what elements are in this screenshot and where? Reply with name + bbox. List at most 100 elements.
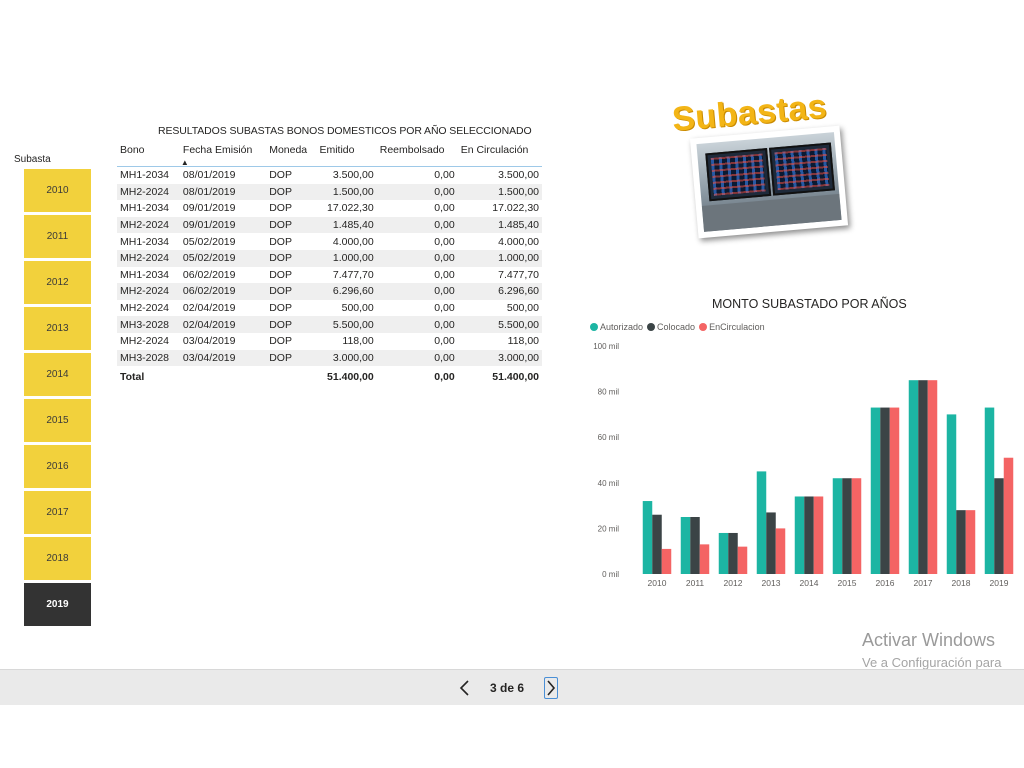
x-tick-label: 2010 [648, 578, 667, 588]
legend-label: Colocado [657, 322, 696, 332]
bar-autorizado-2018[interactable] [946, 414, 957, 574]
slicer-year-2015[interactable]: 2015 [24, 399, 91, 442]
table-row[interactable]: MH2-2024 09/01/2019 DOP 1.485,40 0,00 1.485,4… [117, 216, 542, 234]
bar-encirculacion-2016[interactable] [889, 407, 900, 574]
previous-page-button[interactable] [456, 678, 474, 698]
x-tick-label: 2012 [724, 578, 743, 588]
slicer-year-2012[interactable]: 2012 [24, 261, 91, 304]
bar-encirculacion-2010[interactable] [661, 548, 672, 574]
legend-dot-icon [590, 323, 598, 331]
table-cell: DOP [266, 216, 317, 234]
bar-encirculacion-2013[interactable] [775, 528, 786, 574]
slicer-year-2016[interactable]: 2016 [24, 445, 91, 488]
bar-colocado-2010[interactable] [652, 514, 662, 574]
table-cell: 0,00 [376, 249, 458, 267]
y-tick-label: 0 mil [602, 570, 619, 579]
page-indicator: 3 de 6 [490, 681, 525, 695]
slicer-title: Subasta [14, 154, 51, 165]
bar-autorizado-2011[interactable] [680, 517, 691, 574]
table-cell: 17.022,30 [492, 202, 539, 215]
table-cell: 6.296,60 [316, 283, 377, 300]
bar-encirculacion-2014[interactable] [813, 496, 824, 574]
table-cell: 1.500,00 [316, 183, 377, 201]
table-row[interactable]: MH2-2024 05/02/2019 DOP 1.000,00 0,00 1.000,0… [117, 249, 542, 267]
column-header-fecha-emisi-n[interactable]: Fecha Emisión ▲ [179, 141, 267, 167]
bar-colocado-2014[interactable] [804, 496, 814, 574]
table-cell: 0,00 [376, 316, 458, 333]
bar-encirculacion-2012[interactable] [737, 546, 748, 574]
bar-chart: 0 mil 20 mil 40 mil 60 mil 80 mil 100 mil 2010… [593, 342, 1014, 588]
table-cell: 0,00 [434, 202, 455, 215]
bar-encirculacion-2011[interactable] [699, 544, 710, 574]
table-cell: DOP [269, 268, 292, 281]
legend-item-autorizado[interactable]: Autorizado [590, 322, 643, 332]
table-cell: MH3-2028 [117, 349, 180, 367]
table-cell: 500,00 [341, 302, 374, 315]
bar-colocado-2013[interactable] [766, 512, 776, 574]
table-row[interactable]: MH1-2034 09/01/2019 DOP 17.022,30 0,00 17.022… [117, 200, 542, 217]
table-cell: 0,00 [434, 169, 455, 182]
table-row[interactable]: MH3-2028 02/04/2019 DOP 5.500,00 0,00 5.500,0… [117, 316, 542, 333]
slicer-year-2011[interactable]: 2011 [24, 215, 91, 258]
column-header-en-circulaci-n[interactable]: En Circulación [457, 141, 542, 167]
table-cell: DOP [269, 302, 292, 315]
table-row[interactable]: MH2-2024 02/04/2019 DOP 500,00 0,00 500,00 [117, 300, 542, 317]
bar-autorizado-2016[interactable] [870, 407, 881, 574]
column-header-reembolsado[interactable]: Reembolsado [376, 141, 458, 167]
bar-autorizado-2015[interactable] [832, 478, 843, 574]
bar-autorizado-2012[interactable] [718, 532, 729, 574]
table-cell: 7.477,70 [498, 268, 539, 281]
column-header-bono[interactable]: Bono [117, 141, 180, 167]
page-navigation-bar: 3 de 6 [0, 669, 1024, 705]
bar-colocado-2017[interactable] [918, 380, 928, 574]
bar-encirculacion-2019[interactable] [1003, 457, 1014, 574]
bar-autorizado-2010[interactable] [642, 501, 653, 574]
bar-colocado-2015[interactable] [842, 478, 852, 574]
table-row[interactable]: MH2-2024 08/01/2019 DOP 1.500,00 0,00 1.500,0… [117, 183, 542, 201]
bar-colocado-2016[interactable] [880, 407, 890, 574]
table-row[interactable]: MH2-2024 03/04/2019 DOP 118,00 0,00 118,00 [117, 333, 542, 350]
slicer-year-2018[interactable]: 2018 [24, 537, 91, 580]
bar-colocado-2018[interactable] [956, 510, 966, 574]
bar-colocado-2012[interactable] [728, 532, 738, 574]
table-row[interactable]: MH1-2034 06/02/2019 DOP 7.477,70 0,00 7.477,7… [117, 267, 542, 284]
table-row[interactable]: MH3-2028 03/04/2019 DOP 3.000,00 0,00 3.000,0… [117, 349, 542, 367]
slicer-year-2017[interactable]: 2017 [24, 491, 91, 534]
table-cell: 1.500,00 [457, 183, 542, 201]
column-header-emitido[interactable]: Emitido [316, 141, 377, 167]
bar-encirculacion-2017[interactable] [927, 380, 938, 574]
table-cell: MH2-2024 [117, 183, 180, 201]
y-tick-label: 60 mil [598, 433, 620, 442]
x-tick-label: 2011 [686, 578, 705, 588]
table-row[interactable]: MH2-2024 06/02/2019 DOP 6.296,60 0,00 6.296,6… [117, 283, 542, 300]
chart-title: MONTO SUBASTADO POR AÑOS [712, 297, 907, 311]
legend-label: Autorizado [600, 322, 644, 332]
next-page-button[interactable] [544, 677, 558, 699]
table-title: RESULTADOS SUBASTAS BONOS DOMESTICOS POR… [158, 125, 532, 137]
bar-encirculacion-2018[interactable] [965, 510, 976, 574]
bar-autorizado-2019[interactable] [984, 407, 995, 574]
bar-autorizado-2014[interactable] [794, 496, 805, 574]
table-cell: DOP [269, 169, 292, 182]
legend-item-encirculacion[interactable]: EnCirculacion [699, 322, 765, 332]
slicer-year-2014[interactable]: 2014 [24, 353, 91, 396]
table-cell: MH3-2028 [117, 316, 180, 333]
slicer-year-2013[interactable]: 2013 [24, 307, 91, 350]
total-cell: Total [117, 366, 180, 386]
bar-colocado-2011[interactable] [690, 517, 700, 574]
table-row[interactable]: MH1-2034 05/02/2019 DOP 4.000,00 0,00 4.000,0… [117, 233, 542, 250]
bar-autorizado-2013[interactable] [756, 471, 767, 574]
legend-item-colocado[interactable]: Colocado [647, 322, 695, 332]
table-row[interactable]: MH1-2034 08/01/2019 DOP 3.500,00 0,00 3.500,0… [117, 167, 542, 184]
table-cell: 6.296,60 [457, 283, 542, 300]
slicer-year-2010[interactable]: 2010 [24, 169, 91, 212]
table-cell: 5.500,00 [457, 316, 542, 333]
table-cell: DOP [266, 349, 317, 367]
slicer-year-2019[interactable]: 2019 [24, 583, 91, 626]
results-table: Bono Fecha Emisión ▲ Moneda Emitido Reembolsa… [117, 141, 542, 386]
bar-autorizado-2017[interactable] [908, 380, 919, 574]
bar-encirculacion-2015[interactable] [851, 478, 862, 574]
bar-colocado-2019[interactable] [994, 478, 1004, 574]
table-cell: 1.485,40 [457, 216, 542, 234]
column-header-moneda[interactable]: Moneda [266, 141, 317, 167]
